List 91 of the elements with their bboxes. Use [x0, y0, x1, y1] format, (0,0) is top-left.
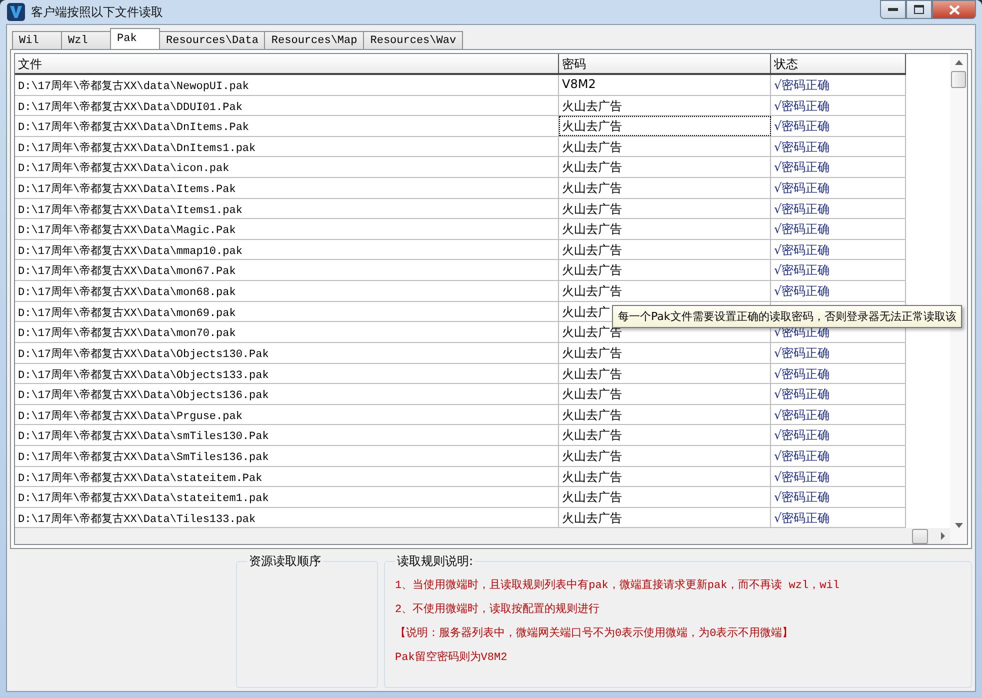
maximize-button[interactable]: [906, 0, 932, 19]
table-cell: D:\17周年\帝都复古XX\Data\Tiles133.pak: [15, 508, 559, 528]
scroll-right-icon[interactable]: [940, 532, 946, 540]
table-cell: √密码正确: [771, 96, 906, 116]
table-cell: √密码正确: [771, 178, 906, 198]
table-cell: 火山去广告: [559, 219, 771, 239]
rule-text: 1、当使用微端时，且读取规则列表中有pak，微端直接请求更新pak，而不再读 wzl，wil: [395, 578, 840, 594]
table-cell: D:\17周年\帝都复古XX\Data\icon.pak: [15, 157, 559, 178]
table-cell: D:\17周年\帝都复古XX\Data\Magic.Pak: [15, 219, 559, 239]
table-cell: 火山去广告: [559, 96, 771, 116]
table-cell: √密码正确: [771, 260, 906, 280]
tooltip: 每一个Pak文件需要设置正确的读取密码，否则登录器无法正常读取该: [612, 305, 962, 328]
minimize-button[interactable]: [880, 0, 906, 19]
rule-text: Pak留空密码则为V8M2: [395, 650, 508, 666]
tab[interactable]: Resources\Map: [264, 31, 364, 49]
table-cell: D:\17周年\帝都复古XX\Data\mon70.pak: [15, 322, 559, 342]
table-cell: D:\17周年\帝都复古XX\Data\Items1.pak: [15, 198, 559, 218]
table-cell: 火山去广告: [559, 508, 771, 528]
table-cell: 火山去广告: [559, 178, 771, 198]
rule-text: 2、不使用微端时，读取按配置的规则进行: [395, 602, 601, 618]
table-cell: √密码正确: [771, 198, 906, 218]
table-cell: √密码正确: [771, 157, 906, 178]
tab[interactable]: Wzl: [61, 31, 111, 49]
table-cell: D:\17周年\帝都复古XX\Data\DDUI01.Pak: [15, 96, 559, 116]
table-cell: 火山去广告: [559, 198, 771, 218]
table-cell: 火山去广告: [559, 260, 771, 280]
tab[interactable]: Resources\Wav: [363, 31, 464, 49]
rule-text: 【说明：服务器列表中，微端网关端口号不为0表示使用微端，为0表示不用微端】: [395, 626, 794, 642]
table-cell: 火山去广告: [559, 240, 771, 260]
table-cell: D:\17周年\帝都复古XX\Data\stateitem1.pak: [15, 487, 559, 507]
table-cell: √密码正确: [771, 364, 906, 384]
table-cell: 火山去广告: [559, 342, 771, 363]
table-cell: 火山去广告: [559, 487, 771, 507]
table-cell: √密码正确: [771, 136, 906, 156]
table-cell: √密码正确: [771, 425, 906, 445]
table-cell: D:\17周年\帝都复古XX\Data\Objects130.Pak: [15, 342, 559, 363]
scroll-up-icon[interactable]: [954, 60, 962, 65]
column-header[interactable]: 密码: [559, 54, 771, 73]
table-cell: D:\17周年\帝都复古XX\Data\mon68.pak: [15, 281, 559, 301]
table-cell: √密码正确: [771, 508, 906, 528]
maximize-icon: [914, 5, 924, 14]
scrollbar-thumb[interactable]: [912, 528, 928, 544]
table-cell: D:\17周年\帝都复古XX\Data\DnItems.Pak: [15, 116, 559, 136]
table-cell: √密码正确: [771, 384, 906, 404]
close-icon: [948, 4, 960, 14]
tab[interactable]: Resources\Data: [159, 31, 266, 49]
table-cell: D:\17周年\帝都复古XX\Data\mmap10.pak: [15, 240, 559, 260]
table-cell: √密码正确: [771, 487, 906, 507]
table-cell: √密码正确: [771, 342, 906, 363]
table-cell: 火山去广告: [559, 157, 771, 178]
column-header[interactable]: 文件: [15, 54, 559, 73]
table-cell: D:\17周年\帝都复古XX\data\NewopUI.pak: [15, 75, 559, 95]
table-cell: √密码正确: [771, 219, 906, 239]
column-header[interactable]: 状态: [771, 54, 906, 73]
table-cell: 火山去广告: [559, 425, 771, 445]
table-cell: √密码正确: [771, 446, 906, 466]
table-cell: √密码正确: [771, 116, 906, 136]
table-cell: √密码正确: [771, 75, 906, 95]
group-title: 读取规则说明:: [396, 553, 474, 570]
table-cell: D:\17周年\帝都复古XX\Data\Objects136.pak: [15, 384, 559, 404]
table-cell: 火山去广告: [559, 136, 771, 156]
minimize-icon: [888, 8, 898, 12]
table-cell: D:\17周年\帝都复古XX\Data\stateitem.Pak: [15, 466, 559, 486]
table-cell: √密码正确: [771, 404, 906, 424]
scrollbar-thumb[interactable]: [951, 71, 966, 88]
window-title: 客户端按照以下文件读取: [31, 4, 163, 20]
table-cell: D:\17周年\帝都复古XX\Data\mon69.pak: [15, 302, 559, 322]
app-logo-icon: [7, 3, 25, 21]
table-cell: 火山去广告: [559, 364, 771, 384]
table-cell: 火山去广告: [559, 281, 771, 301]
tab[interactable]: Pak: [110, 28, 160, 49]
table-cell: V8M2: [559, 75, 771, 95]
table-cell: √密码正确: [771, 281, 906, 301]
table-cell: D:\17周年\帝都复古XX\Data\Items.Pak: [15, 178, 559, 198]
table-cell: 火山去广告: [559, 446, 771, 466]
table-cell: 火山去广告: [559, 384, 771, 404]
table-cell: D:\17周年\帝都复古XX\Data\DnItems1.pak: [15, 136, 559, 156]
table-cell: D:\17周年\帝都复古XX\Data\Prguse.pak: [15, 404, 559, 424]
table-cell: 火山去广告: [559, 466, 771, 486]
table-cell: √密码正确: [771, 466, 906, 486]
scroll-down-icon[interactable]: [954, 523, 962, 528]
table-cell: 火山去广告: [559, 404, 771, 424]
table-cell: D:\17周年\帝都复古XX\Data\SmTiles136.pak: [15, 446, 559, 466]
group-title: 资源读取顺序: [248, 553, 322, 570]
close-button[interactable]: [932, 0, 976, 19]
table-cell: √密码正确: [771, 240, 906, 260]
table-cell: 火山去广告: [559, 116, 771, 136]
table-cell: D:\17周年\帝都复古XX\Data\mon67.Pak: [15, 260, 559, 280]
table-cell: D:\17周年\帝都复古XX\Data\smTiles130.Pak: [15, 425, 559, 445]
tab[interactable]: Wil: [12, 31, 62, 49]
table-cell: D:\17周年\帝都复古XX\Data\Objects133.pak: [15, 364, 559, 384]
